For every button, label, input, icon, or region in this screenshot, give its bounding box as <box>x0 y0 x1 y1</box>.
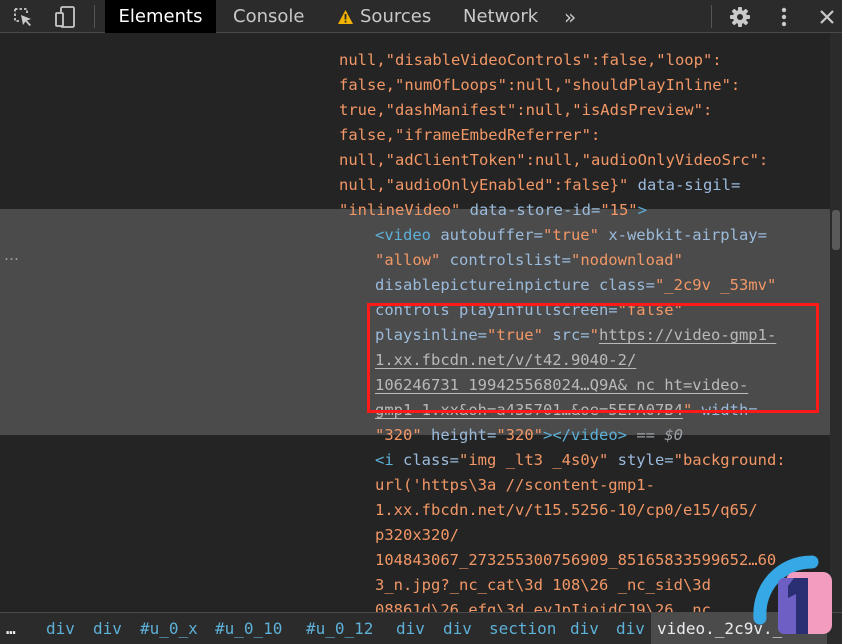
dom-tree-line[interactable]: null,"adClientToken":null,"audioOnlyVide… <box>339 148 768 173</box>
watermark-logo <box>750 548 834 640</box>
dom-tree-line[interactable]: url('https\3a //scontent-gmp1- <box>375 473 655 498</box>
code-token: style= <box>608 451 674 469</box>
code-token: null,"audioOnlyEnabled":false}" <box>339 176 629 194</box>
code-token: false,"iframeEmbedReferrer": <box>339 126 601 144</box>
code-token: 08861d\26 efg\3d eyJpIjoidCJ9\26 _nc <box>375 601 711 612</box>
code-token: == $0 <box>627 426 683 444</box>
dom-tree-line[interactable]: "allow" controlslist="nodownload" <box>375 248 683 273</box>
warning-icon <box>337 9 354 25</box>
breadcrumb-item[interactable]: div <box>93 613 122 644</box>
code-token: > <box>637 201 647 219</box>
code-token: disablepictureinpicture class= <box>375 276 655 294</box>
inspect-icon[interactable] <box>8 0 38 33</box>
breadcrumb-item[interactable]: section <box>489 613 556 644</box>
code-token: "inlineVideo" <box>339 201 461 219</box>
annotation-highlight-box <box>367 303 819 413</box>
more-tabs-label: » <box>564 4 577 29</box>
code-token: "allow" <box>375 251 441 269</box>
code-token: <video <box>375 226 431 244</box>
code-token: "15" <box>600 201 638 219</box>
dom-tree-line[interactable]: false,"iframeEmbedReferrer": <box>339 123 600 148</box>
devtools-toolbar: Elements Console Sources Network » <box>0 0 842 33</box>
code-token: data-sigil= <box>628 176 741 194</box>
code-token: 3_n.jpg?_nc_cat\3d 108\26 _nc_sid\3d <box>375 576 711 594</box>
code-token: data-store-id= <box>460 201 601 219</box>
breadcrumb-item[interactable]: div <box>616 613 645 644</box>
breadcrumb-item[interactable]: #u_0_12 <box>306 613 373 644</box>
code-token: p320x320/ <box>375 526 459 544</box>
dom-tree-line[interactable]: "320" height="320"></video> == $0 <box>375 423 683 448</box>
dom-tree-line[interactable]: 1.xx.fbcdn.net/v/t15.5256-10/cp0/e15/q65… <box>375 498 758 523</box>
code-token: null,"adClientToken":null,"audioOnlyVide… <box>339 151 769 169</box>
code-token: url('https\3a //scontent-gmp1- <box>375 476 655 494</box>
breadcrumb-item[interactable]: div <box>396 613 425 644</box>
code-token: height= <box>421 426 497 444</box>
breadcrumb: … div div #u_0_x #u_0_10 #u_0_12 div div… <box>0 612 842 644</box>
scrollbar-track[interactable] <box>830 33 842 612</box>
tab-network[interactable]: Network <box>463 0 538 33</box>
dom-tree-line[interactable]: "inlineVideo" data-store-id="15"> <box>339 198 647 223</box>
code-token: x-webkit-airplay= <box>598 226 767 244</box>
code-token: "320" <box>375 426 422 444</box>
close-icon[interactable] <box>814 0 840 33</box>
dom-tree-line[interactable]: null,"disableVideoControls":false,"loop"… <box>339 48 722 73</box>
code-token: "img _lt3 _4s0y" <box>459 451 609 469</box>
dom-tree-line[interactable]: 3_n.jpg?_nc_cat\3d 108\26 _nc_sid\3d <box>375 573 711 598</box>
code-token: controlslist= <box>440 251 571 269</box>
tab-label: Sources <box>360 6 432 27</box>
dom-tree-line[interactable]: false,"numOfLoops":null,"shouldPlayInlin… <box>339 73 740 98</box>
dom-tree-line[interactable]: p320x320/ <box>375 523 459 548</box>
dom-tree-line[interactable]: true,"dashManifest":null,"isAdsPreview": <box>339 98 712 123</box>
kebab-menu-icon[interactable] <box>772 0 796 33</box>
more-tabs-button[interactable]: » <box>564 0 576 33</box>
gear-icon[interactable] <box>726 0 754 33</box>
code-token: true,"dashManifest":null,"isAdsPreview": <box>339 101 713 119</box>
dom-tree-line[interactable]: disablepictureinpicture class="_2c9v _53… <box>375 273 776 298</box>
tab-label: Elements <box>118 6 203 27</box>
dom-tree-line[interactable]: <video autobuffer="true" x-webkit-airpla… <box>375 223 767 248</box>
code-token: <i <box>375 451 394 469</box>
code-token: 104843067_273255300756909_85165833599652… <box>375 551 777 569</box>
dom-tree-line[interactable]: <i class="img _lt3 _4s0y" style="backgro… <box>375 448 786 473</box>
code-token: "true" <box>542 226 599 244</box>
tab-label: Network <box>463 6 539 27</box>
dom-tree-line[interactable]: 08861d\26 efg\3d eyJpIjoidCJ9\26 _nc <box>375 598 711 612</box>
code-token: ></video> <box>543 426 627 444</box>
tab-elements[interactable]: Elements <box>105 0 216 33</box>
tab-label: Console <box>233 6 305 27</box>
tab-sources[interactable]: Sources <box>337 0 431 33</box>
breadcrumb-item[interactable]: div <box>46 613 75 644</box>
device-toggle-icon[interactable] <box>50 0 80 33</box>
breadcrumb-item[interactable]: #u_0_x <box>140 613 198 644</box>
code-token: "background: <box>673 451 786 469</box>
toolbar-divider <box>94 5 95 28</box>
code-token: "_2c9v _53mv" <box>654 276 777 294</box>
code-token: 1.xx.fbcdn.net/v/t15.5256-10/cp0/e15/q65… <box>375 501 758 519</box>
breadcrumb-item[interactable]: #u_0_10 <box>215 613 282 644</box>
dom-tree-line[interactable]: null,"audioOnlyEnabled":false}" data-sig… <box>339 173 740 198</box>
breadcrumb-item[interactable]: div <box>570 613 599 644</box>
scrollbar-thumb[interactable] <box>832 210 840 250</box>
breadcrumb-overflow[interactable]: … <box>6 613 16 644</box>
code-token: "320" <box>496 426 543 444</box>
code-token: false,"numOfLoops":null,"shouldPlayInlin… <box>339 76 741 94</box>
code-token: null,"disableVideoControls":false,"loop"… <box>339 51 722 69</box>
node-actions-ellipsis[interactable]: … <box>4 246 20 264</box>
breadcrumb-item[interactable]: div <box>443 613 472 644</box>
code-token: "nodownload" <box>570 251 683 269</box>
code-token: class= <box>393 451 459 469</box>
tab-console[interactable]: Console <box>233 0 304 33</box>
toolbar-divider <box>711 5 712 28</box>
dom-tree-line[interactable]: 104843067_273255300756909_85165833599652… <box>375 548 776 573</box>
code-token: autobuffer= <box>431 226 543 244</box>
